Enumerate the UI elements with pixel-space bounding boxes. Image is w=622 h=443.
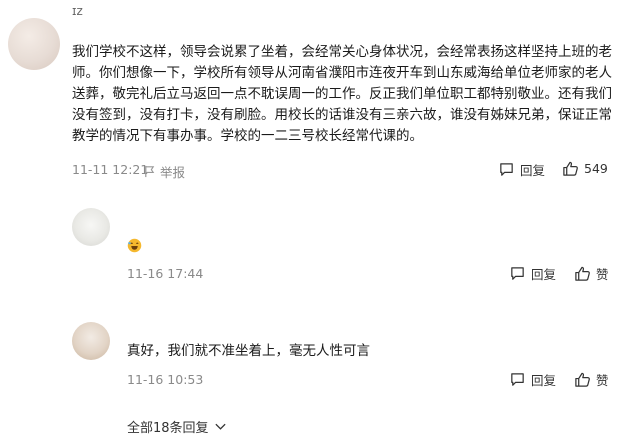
report-button[interactable]: 举报 [143,162,185,181]
reply-like-button[interactable]: 赞 [574,370,609,389]
reply-label: 回复 [531,267,557,282]
reply-like-button[interactable]: 赞 [574,264,609,283]
laughing-emoji-icon [127,238,142,253]
thumbs-up-icon [575,372,590,387]
reply-text: 真好，我们就不准坐着上，毫无人性可言 [127,343,370,359]
reply-button[interactable]: 回复 [498,160,545,179]
chevron-down-icon [214,423,226,430]
comment-username[interactable]: ɪz [72,4,83,18]
thumbs-up-icon [563,161,578,176]
like-label: 赞 [596,267,609,282]
reply-avatar[interactable] [72,322,110,360]
reply-reply-button[interactable]: 回复 [509,264,556,283]
comment-timestamp: 11-11 12:21 [72,162,149,177]
reply-label: 回复 [531,373,557,388]
avatar[interactable] [8,18,60,70]
comment-bubble-icon [511,267,524,280]
comment-bubble-icon [500,163,513,176]
reply-reply-button[interactable]: 回复 [509,370,556,389]
like-count: 549 [584,161,608,176]
show-all-replies-label: 全部18条回复 [127,421,209,436]
like-label: 赞 [596,373,609,388]
flag-icon [145,165,155,178]
reply-label: 回复 [520,163,546,178]
show-all-replies-button[interactable]: 全部18条回复 [127,417,227,436]
thumbs-up-icon [575,266,590,281]
reply-timestamp: 11-16 10:53 [127,372,204,387]
comment-bubble-icon [511,373,524,386]
report-label: 举报 [160,165,186,180]
like-button[interactable]: 549 [562,160,608,177]
reply-timestamp: 11-16 17:44 [127,266,204,281]
reply-avatar[interactable] [72,208,110,246]
comment-text: 我们学校不这样，领导会说累了坐着，会经常关心身体状况，会经常表扬这样坚持上班的老… [72,44,612,144]
